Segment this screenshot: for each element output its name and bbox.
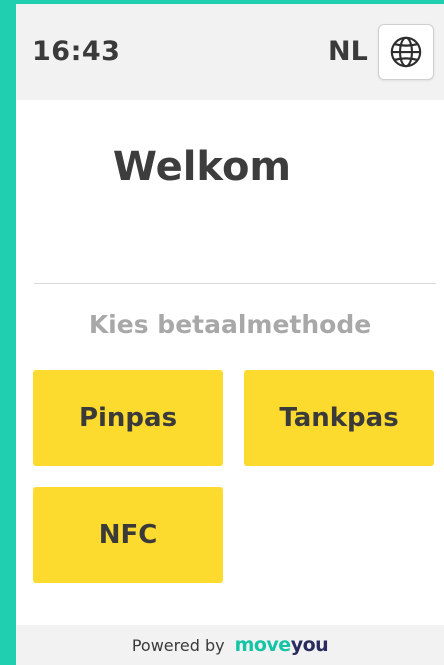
brand-move: move xyxy=(234,634,292,656)
moveyou-logo: move you xyxy=(235,634,329,656)
nfc-button[interactable]: NFC xyxy=(33,487,223,583)
clock: 16:43 xyxy=(32,36,121,67)
language-code: NL xyxy=(328,36,368,67)
top-bar: 16:43 NL xyxy=(16,4,444,100)
divider xyxy=(34,283,436,284)
brand-you: you xyxy=(290,634,329,656)
tankpas-button[interactable]: Tankpas xyxy=(244,370,434,466)
welcome-title: Welkom xyxy=(112,144,292,190)
powered-by-text: Powered by xyxy=(131,635,225,655)
footer: Powered by move you xyxy=(16,625,444,665)
payment-method-prompt: Kies betaalmethode xyxy=(88,310,372,339)
kiosk-screen: 16:43 NL Welkom Kies betaalmethode Pinpa… xyxy=(16,4,444,665)
pinpas-button[interactable]: Pinpas xyxy=(33,370,223,466)
language-button[interactable] xyxy=(378,24,434,80)
globe-icon xyxy=(390,36,422,68)
